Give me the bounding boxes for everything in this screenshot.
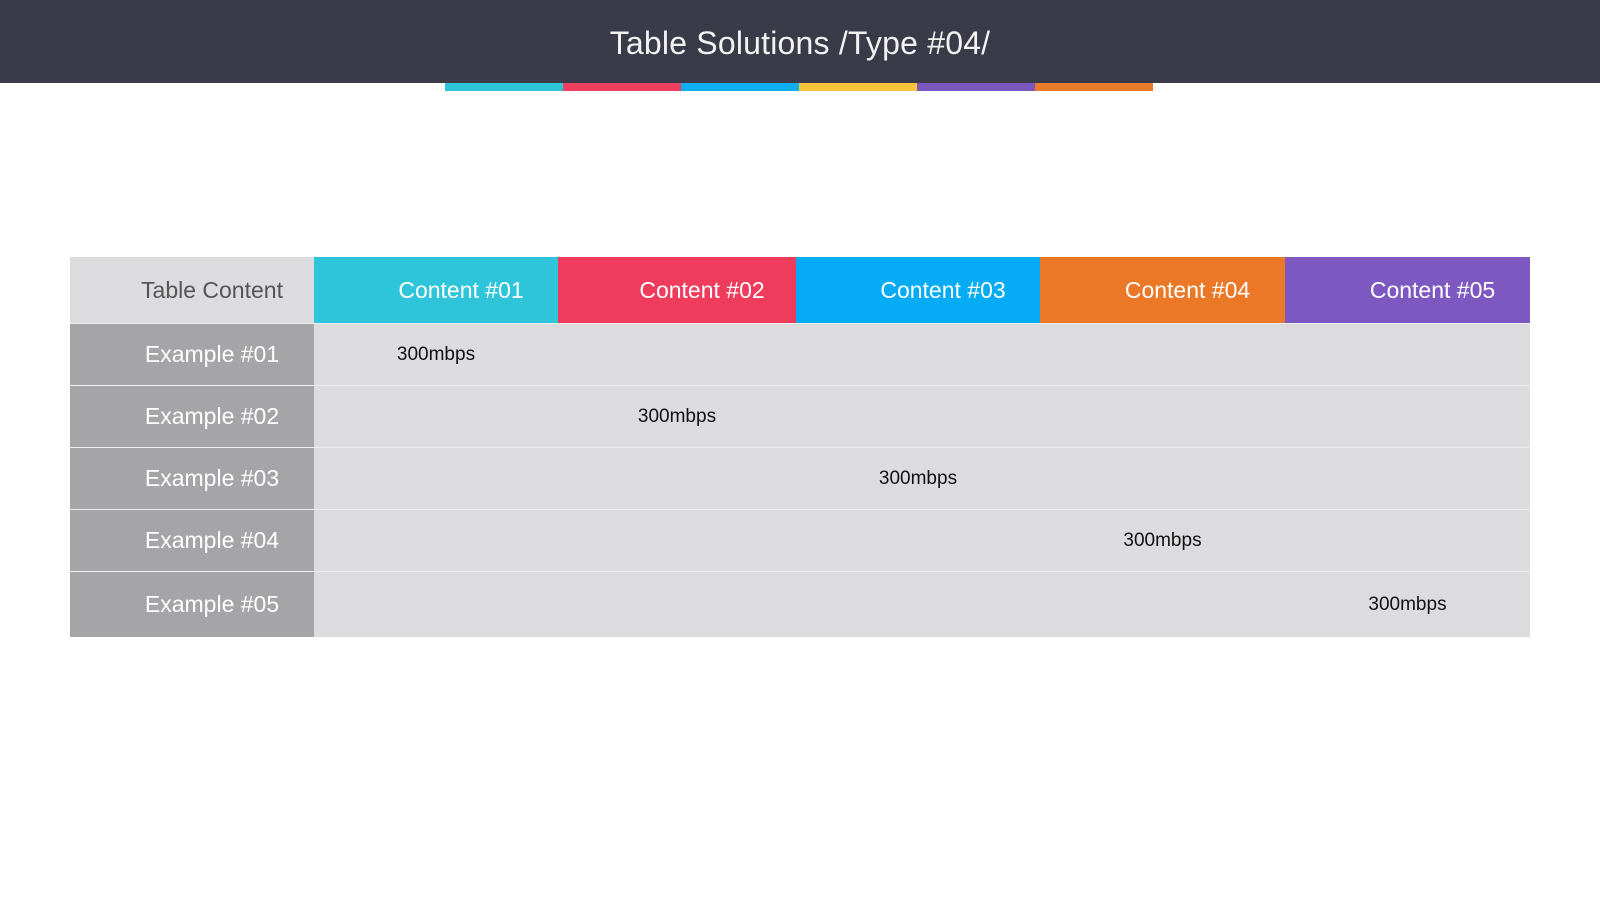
table-row: Example #04 300mbps <box>70 509 1530 571</box>
color-strip-segment <box>445 83 563 91</box>
table-cell <box>558 510 796 571</box>
table-row: Example #01 300mbps <box>70 323 1530 385</box>
table-cell <box>1040 386 1285 447</box>
table-cell <box>1285 448 1530 509</box>
table-cell <box>558 324 796 385</box>
table-cell <box>796 572 1040 637</box>
column-header: Content #02 <box>558 257 796 323</box>
table-cell <box>1285 324 1530 385</box>
slide-title: Table Solutions /Type #04/ <box>609 25 991 61</box>
table-cell <box>314 510 558 571</box>
color-strip-segment <box>799 83 917 91</box>
table-cell <box>1040 324 1285 385</box>
slide: Table Solutions /Type #04/ Table Content… <box>0 0 1600 900</box>
table-cell: 300mbps <box>796 448 1040 509</box>
table-corner-label: Table Content <box>70 257 314 323</box>
color-strip-segment <box>681 83 799 91</box>
table-cell: 300mbps <box>1285 572 1530 637</box>
table-cell <box>314 448 558 509</box>
column-header: Content #03 <box>796 257 1040 323</box>
column-header: Content #04 <box>1040 257 1285 323</box>
table-cell <box>1285 510 1530 571</box>
column-header: Content #05 <box>1285 257 1530 323</box>
column-header: Content #01 <box>314 257 558 323</box>
table-cell: 300mbps <box>558 386 796 447</box>
table-cell <box>796 386 1040 447</box>
color-strip-segment <box>917 83 1035 91</box>
row-header: Example #01 <box>70 324 314 385</box>
table-cell: 300mbps <box>1040 510 1285 571</box>
row-header: Example #03 <box>70 448 314 509</box>
table-cell <box>1040 448 1285 509</box>
table-cell <box>796 510 1040 571</box>
table-cell <box>558 572 796 637</box>
table-header-row: Table Content Content #01 Content #02 Co… <box>70 257 1530 323</box>
table-cell <box>1285 386 1530 447</box>
table-cell: 300mbps <box>314 324 558 385</box>
row-header: Example #02 <box>70 386 314 447</box>
table-cell <box>1040 572 1285 637</box>
table-row: Example #05 300mbps <box>70 571 1530 637</box>
table-cell <box>314 386 558 447</box>
title-bar: Table Solutions /Type #04/ <box>0 0 1600 83</box>
table-cell <box>796 324 1040 385</box>
comparison-table: Table Content Content #01 Content #02 Co… <box>70 257 1530 637</box>
table-row: Example #03 300mbps <box>70 447 1530 509</box>
table-cell <box>558 448 796 509</box>
color-strip-segment <box>563 83 681 91</box>
table-cell <box>314 572 558 637</box>
row-header: Example #05 <box>70 572 314 637</box>
color-strip <box>445 83 1153 91</box>
row-header: Example #04 <box>70 510 314 571</box>
table-row: Example #02 300mbps <box>70 385 1530 447</box>
color-strip-segment <box>1035 83 1153 91</box>
